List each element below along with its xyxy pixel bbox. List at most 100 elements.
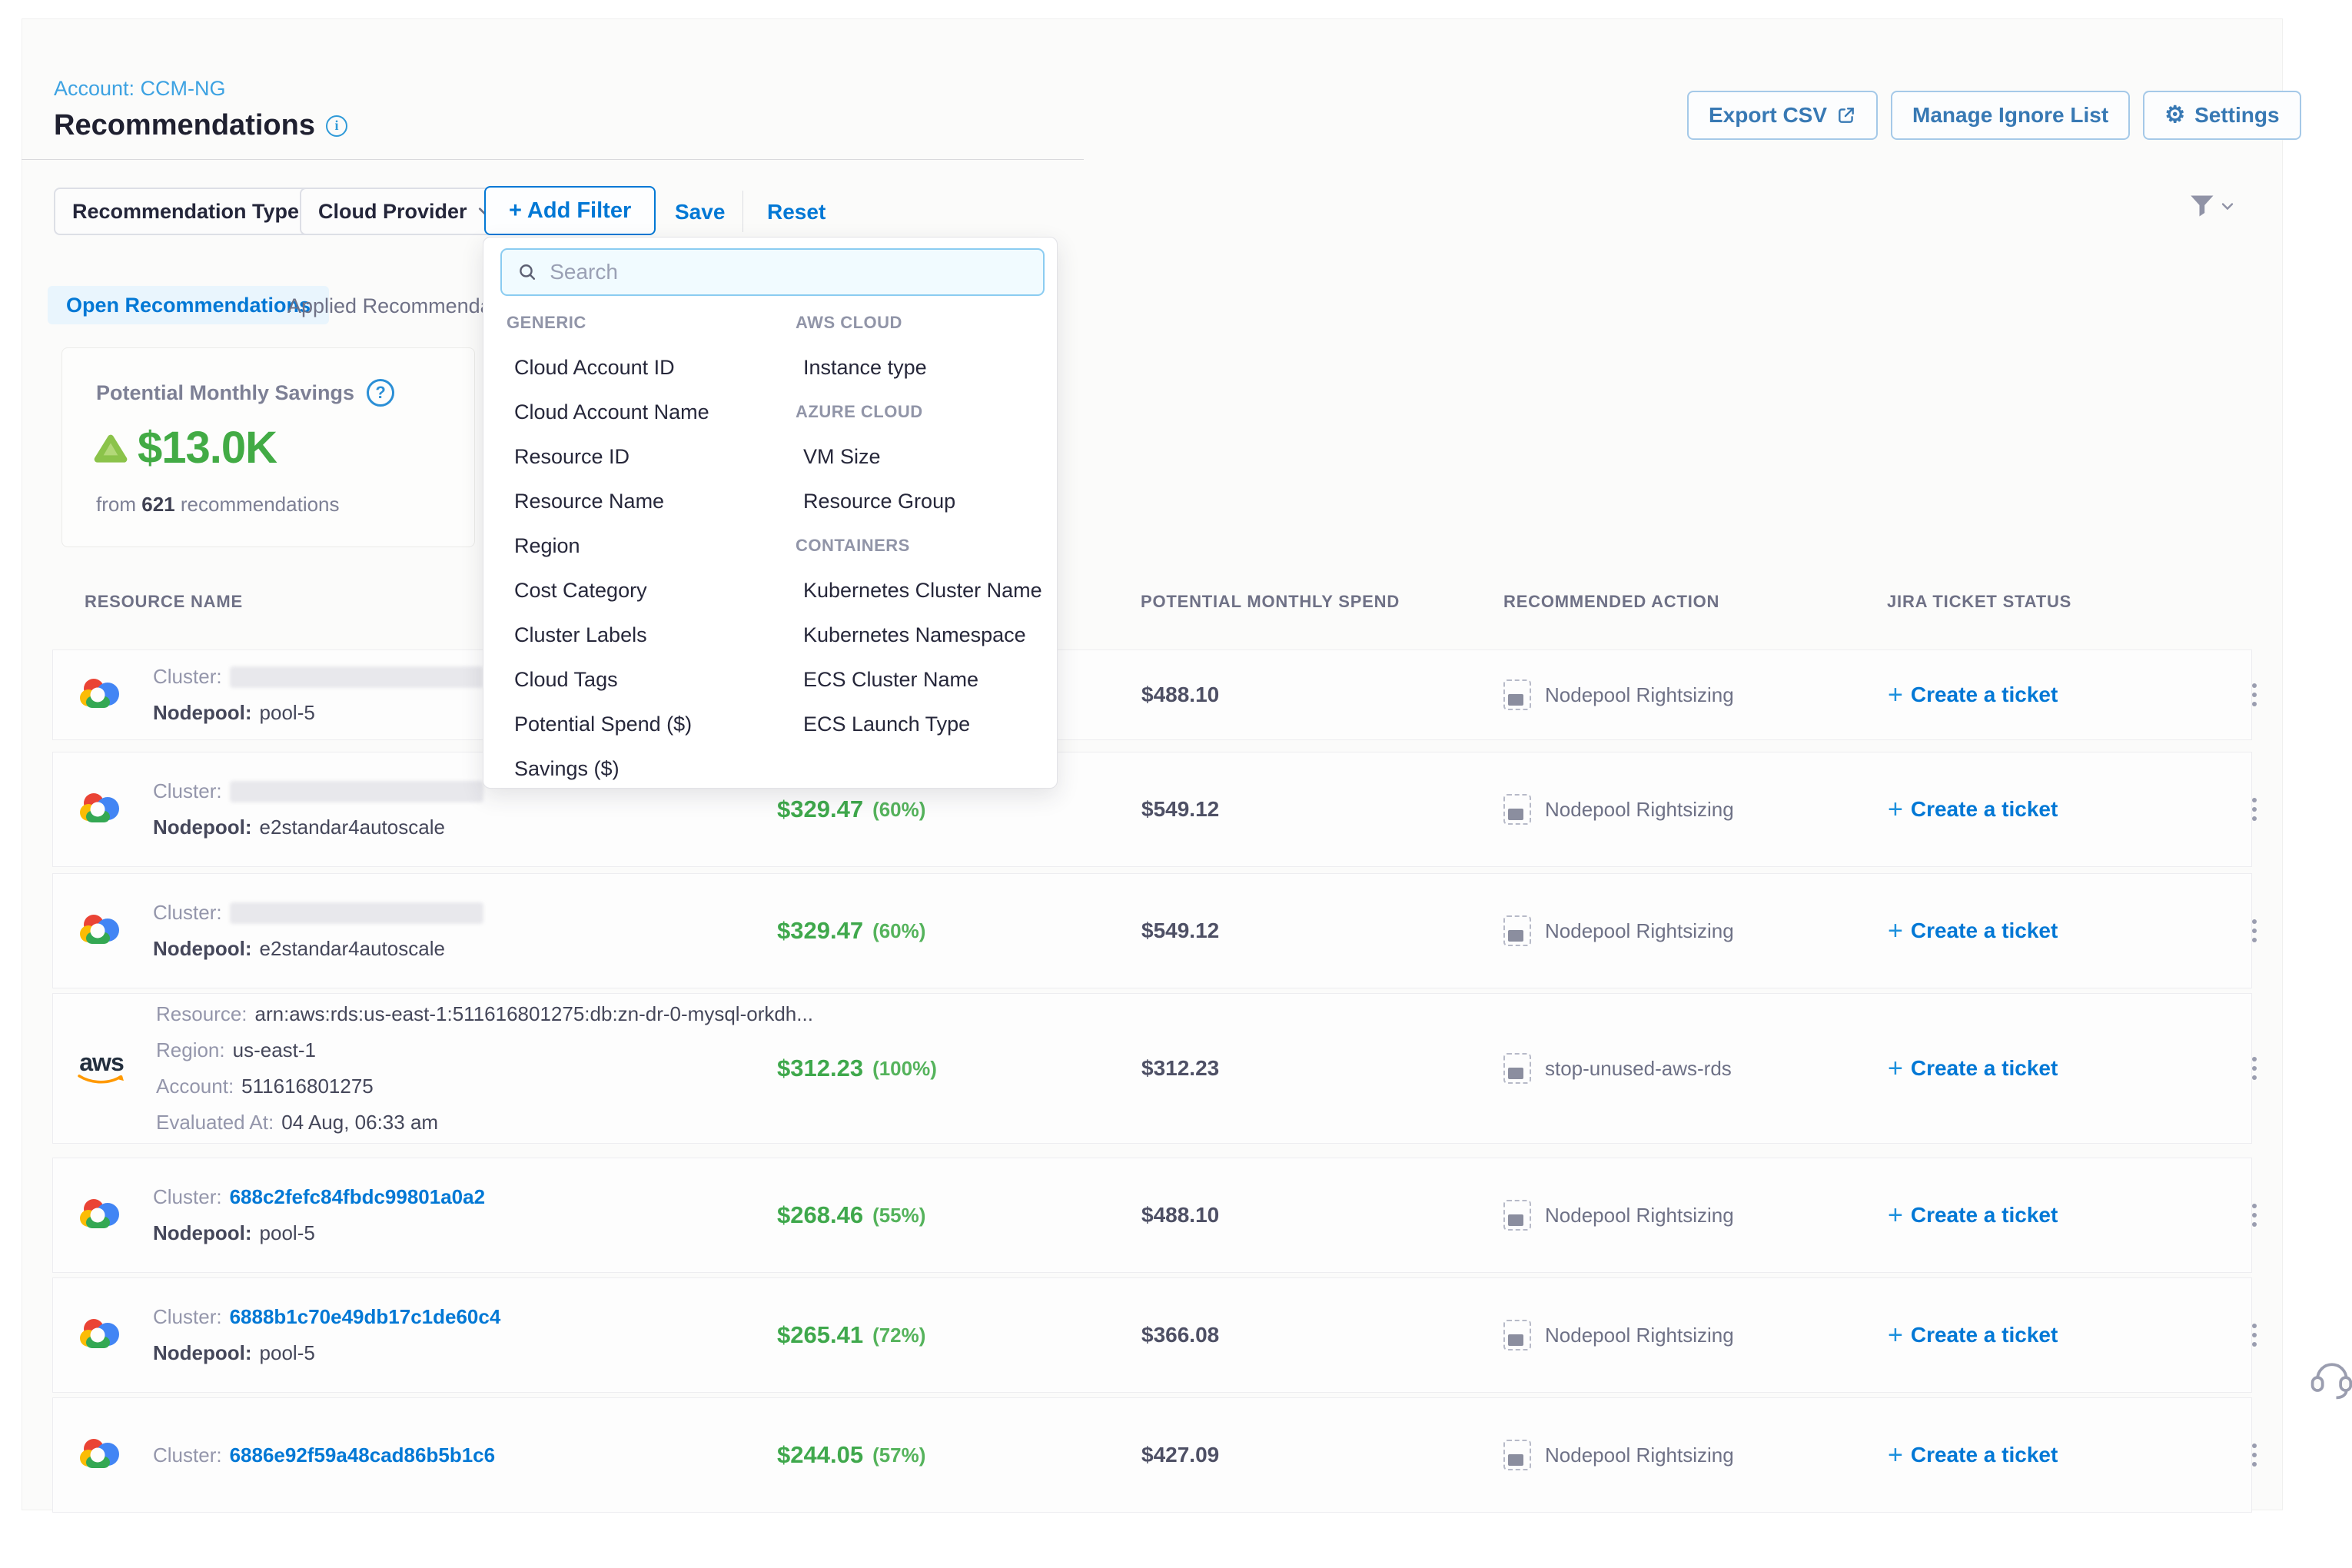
row-menu-kebab[interactable] (2237, 1398, 2271, 1512)
gcp-cloud-icon (75, 673, 125, 718)
table-row[interactable]: Cluster:Nodepool:pool-5$488.10Nodepool R… (52, 649, 2252, 740)
header-divider (22, 159, 1084, 160)
savings-amount: $312.23 (777, 1055, 863, 1082)
savings-cell: $312.23(100%) (777, 994, 937, 1143)
filter-option[interactable]: ECS Cluster Name (796, 668, 1049, 692)
row-menu-kebab[interactable] (2237, 994, 2271, 1143)
reset-filter-link[interactable]: Reset (767, 200, 826, 224)
account-breadcrumb[interactable]: Account: CCM-NG (54, 77, 226, 101)
recommended-action-icon (1503, 794, 1531, 825)
export-csv-button[interactable]: Export CSV (1687, 91, 1878, 140)
create-ticket-button[interactable]: +Create a ticket (1888, 1158, 2058, 1272)
filter-option[interactable]: Cost Category (507, 579, 796, 603)
filter-option[interactable]: Cluster Labels (507, 623, 796, 647)
savings-percent: (57%) (872, 1443, 925, 1467)
filter-option[interactable]: Instance type (796, 356, 1049, 380)
create-ticket-button[interactable]: +Create a ticket (1888, 752, 2058, 866)
savings-amount: $329.47 (777, 917, 863, 945)
manage-ignore-list-button[interactable]: Manage Ignore List (1891, 91, 2130, 140)
table-row[interactable]: Cluster:688c2fefc84fbdc99801a0a2Nodepool… (52, 1158, 2252, 1273)
resource-cell: Cluster:Nodepool:pool-5 (75, 650, 483, 739)
resource-line: Cluster: (153, 901, 483, 925)
create-ticket-button[interactable]: +Create a ticket (1888, 650, 2058, 739)
cluster-link[interactable]: 6886e92f59a48cad86b5b1c6 (230, 1443, 496, 1467)
filter-option[interactable]: VM Size (796, 445, 1049, 469)
table-row[interactable]: Cluster:Nodepool:e2standar4autoscale$329… (52, 752, 2252, 867)
page-title: Recommendations (54, 109, 315, 142)
table-row[interactable]: Cluster: 6888b1c70e49db17c1de60c4 Nodepool… (52, 1277, 2252, 1393)
create-ticket-button[interactable]: +Create a ticket (1888, 1398, 2058, 1512)
row-menu-kebab[interactable] (2237, 752, 2271, 866)
create-ticket-button[interactable]: +Create a ticket (1888, 874, 2058, 988)
filter-option[interactable]: Cloud Tags (507, 668, 796, 692)
table-row[interactable]: Cluster:6886e92f59a48cad86b5b1c6$244.05(… (52, 1397, 2252, 1513)
table-row[interactable]: Cluster:Nodepool:e2standar4autoscale $329… (52, 873, 2252, 988)
kebab-dot (2252, 693, 2257, 697)
cluster-link[interactable]: 6888b1c70e49db17c1de60c4 (230, 1305, 501, 1329)
help-icon[interactable]: ? (367, 379, 394, 407)
add-filter-button[interactable]: + Add Filter (484, 186, 656, 235)
resource-line: Cluster: (153, 779, 483, 803)
filter-option[interactable]: ECS Launch Type (796, 713, 1049, 736)
kebab-dot (2252, 1333, 2257, 1337)
kebab-dot (2252, 1213, 2257, 1218)
create-ticket-label: Create a ticket (1911, 1056, 2058, 1081)
cluster-link[interactable]: 688c2fefc84fbdc99801a0a2 (230, 1185, 485, 1209)
savings-percent: (60%) (872, 919, 925, 943)
resource-lines: Cluster:6886e92f59a48cad86b5b1c6 (153, 1443, 495, 1467)
cloud-provider-filter[interactable]: Cloud Provider (300, 188, 510, 235)
search-input[interactable] (550, 260, 1028, 284)
kebab-dot (2252, 1075, 2257, 1080)
create-ticket-label: Create a ticket (1911, 919, 2058, 943)
resource-lines: Cluster:Nodepool:e2standar4autoscale (153, 901, 483, 961)
support-chat-icon[interactable] (2307, 1356, 2352, 1402)
recommended-action-cell: Nodepool Rightsizing (1503, 1398, 1734, 1512)
create-ticket-label: Create a ticket (1911, 797, 2058, 822)
row-menu-kebab[interactable] (2237, 874, 2271, 988)
table-row[interactable]: awsResource:arn:aws:rds:us-east-1:511616… (52, 993, 2252, 1144)
line-label: Cluster: (153, 1305, 222, 1329)
filter-option[interactable]: Resource Group (796, 490, 1049, 513)
resource-line: Region:us-east-1 (156, 1038, 813, 1062)
resource-cell: awsResource:arn:aws:rds:us-east-1:511616… (75, 994, 813, 1143)
filter-option[interactable]: Resource Name (507, 490, 796, 513)
row-menu-kebab[interactable] (2237, 650, 2271, 739)
filter-panel-toggle[interactable] (2189, 194, 2234, 218)
plus-icon: + (1888, 1202, 1903, 1228)
filter-option[interactable]: Savings ($) (507, 757, 796, 781)
row-menu-kebab[interactable] (2237, 1158, 2271, 1272)
kebab-dot (2252, 929, 2257, 933)
info-icon[interactable]: i (326, 115, 347, 137)
filter-option[interactable]: Kubernetes Cluster Name (796, 579, 1049, 603)
row-menu-kebab[interactable] (2237, 1278, 2271, 1392)
spend-cell: $366.08 (1141, 1278, 1219, 1392)
filter-option[interactable]: Potential Spend ($) (507, 713, 796, 736)
savings-cell: $329.47 (60%) (777, 874, 925, 988)
dropdown-search[interactable] (500, 248, 1045, 296)
resource-line: Nodepool:pool-5 (153, 701, 483, 725)
filter-option[interactable]: Resource ID (507, 445, 796, 469)
resource-cell: Cluster:Nodepool:e2standar4autoscale (75, 752, 483, 866)
filter-option[interactable]: Cloud Account ID (507, 356, 796, 380)
filter-option[interactable]: Kubernetes Namespace (796, 623, 1049, 647)
kebab-dot (2252, 1066, 2257, 1071)
filter-option[interactable]: Region (507, 534, 796, 558)
filter-option[interactable]: Cloud Account Name (507, 400, 796, 424)
savings-percent: (55%) (872, 1204, 925, 1227)
kebab-dot (2252, 919, 2257, 924)
gcp-cloud-icon (75, 787, 125, 832)
spend-cell: $427.09 (1141, 1398, 1219, 1512)
save-filter-link[interactable]: Save (675, 200, 725, 224)
settings-button[interactable]: ⚙ Settings (2143, 91, 2301, 140)
potential-savings-card: Potential Monthly Savings ? $13.0K from … (61, 347, 475, 547)
tab-applied-recommendations[interactable]: Applied Recommendatio (287, 294, 513, 318)
line-label: Cluster: (153, 779, 222, 803)
create-ticket-button[interactable]: +Create a ticket (1888, 994, 2058, 1143)
line-label: Nodepool: (153, 1341, 252, 1365)
recommended-action-cell: Nodepool Rightsizing (1503, 874, 1734, 988)
recommendation-type-filter[interactable]: Recommendation Type (54, 188, 342, 235)
line-value: e2standar4autoscale (260, 816, 445, 839)
line-value: pool-5 (260, 701, 315, 725)
add-filter-dropdown: GENERICAWS CLOUDCloud Account IDInstance… (483, 237, 1058, 789)
create-ticket-button[interactable]: +Create a ticket (1888, 1278, 2058, 1392)
